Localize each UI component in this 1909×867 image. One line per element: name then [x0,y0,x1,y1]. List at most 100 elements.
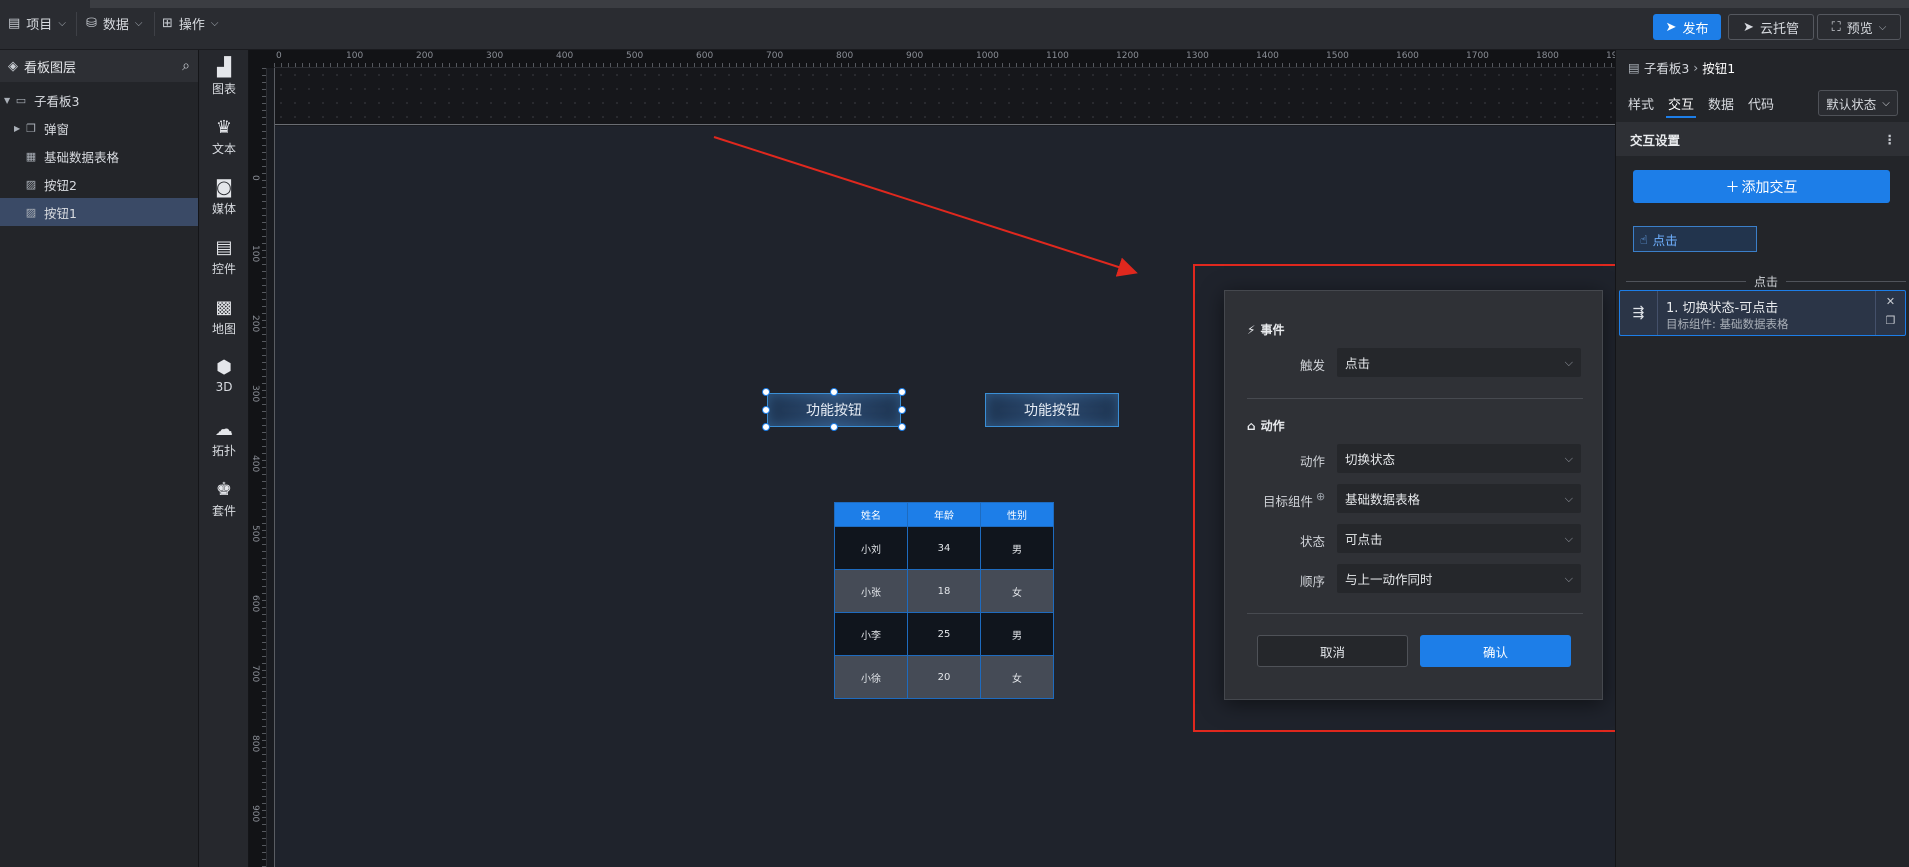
trigger-divider-label: 点击 [1754,275,1779,289]
event-section-title: ⚡ 事件 [1247,321,1284,338]
state-dropdown[interactable]: 默认状态 ⌵ [1818,90,1898,116]
table-header: 性别 [980,502,1054,527]
cancel-button[interactable]: 取消 [1257,635,1408,667]
interaction-card[interactable]: ⇶ 1. 切换状态-可点击 目标组件: 基础数据表格 ✕ ❐ [1619,290,1906,336]
basic-data-table[interactable]: 姓名 年龄 性别 小刘 34 男 小张 18 女 小李 25 男 小徐 20 女 [834,502,1054,699]
breadcrumb-current: 按钮1 [1702,61,1736,76]
chevron-down-icon: ⌵ [1564,491,1573,505]
order-select[interactable]: 与上一动作同时 ⌵ [1337,564,1581,593]
function-button-2[interactable]: 功能按钮 [985,393,1119,427]
function-button-2-label: 功能按钮 [1024,403,1080,419]
action-label: 动作 [1299,454,1325,469]
switch-state-icon: ⇶ [1620,291,1658,335]
table-header: 姓名 [834,502,908,527]
table-cell: 小张 [834,569,908,613]
confirm-button[interactable]: 确认 [1420,635,1571,667]
board-icon: ▤ [1628,60,1640,75]
active-tab-indicator [1666,116,1696,118]
lightning-icon: ⚡ [1247,322,1256,337]
table-row: 小张 18 女 [834,569,1054,613]
divider [1626,281,1746,282]
table-cell: 18 [907,569,981,613]
property-panel: ▤ 子看板3 › 按钮1 样式 交互 数据 代码 默认状态 ⌵ 交互设置 ⋮ ＋… [1615,50,1909,867]
function-button-1-label: 功能按钮 [806,403,862,419]
action-icon: ⌂ [1247,418,1256,433]
interaction-settings-title: 交互设置 [1630,132,1681,148]
table-header: 年龄 [907,502,981,527]
chevron-down-icon: ⌵ [1564,571,1573,585]
close-icon[interactable]: ✕ [1876,295,1905,308]
breadcrumb-parent[interactable]: 子看板3 [1644,58,1689,77]
trigger-label: 触发 [1299,358,1325,373]
chevron-down-icon: ⌵ [1882,97,1890,109]
interaction-settings-header: 交互设置 ⋮ [1616,122,1909,156]
interaction-card-title: 1. 切换状态-可点击 [1666,301,1779,316]
target-component-value: 基础数据表格 [1345,492,1421,507]
divider [1247,613,1583,614]
state-value: 可点击 [1345,532,1383,547]
table-cell: 25 [907,612,981,656]
more-icon[interactable]: ⋮ [1884,132,1897,147]
trigger-select[interactable]: 点击 ⌵ [1337,348,1581,377]
divider [1247,398,1583,399]
resize-handle[interactable] [898,406,906,414]
action-value: 切换状态 [1345,452,1396,467]
tab-data[interactable]: 数据 [1708,94,1734,113]
cancel-label: 取消 [1319,644,1345,660]
target-component-select[interactable]: 基础数据表格 ⌵ [1337,484,1581,513]
trigger-tag[interactable]: ☝ 点击 [1633,226,1757,252]
action-select[interactable]: 切换状态 ⌵ [1337,444,1581,473]
interaction-dialog: ⚡ 事件 触发 点击 ⌵ ⌂ 动作 动作 切换状态 ⌵ 目标组件 ⊕ 基础数据表… [1224,290,1603,700]
table-row: 小李 25 男 [834,612,1054,656]
action-title: 动作 [1260,419,1285,433]
divider [1786,281,1907,282]
chevron-right-icon: › [1693,60,1699,75]
order-value: 与上一动作同时 [1345,572,1433,587]
table-row: 小徐 20 女 [834,655,1054,699]
interaction-card-subtitle: 目标组件: 基础数据表格 [1666,317,1789,331]
resize-handle[interactable] [762,388,770,396]
table-row: 小刘 34 男 [834,526,1054,570]
resize-handle[interactable] [898,423,906,431]
action-section-title: ⌂ 动作 [1247,417,1285,434]
add-interaction-label: 添加交互 [1741,179,1798,196]
confirm-label: 确认 [1482,644,1508,660]
click-icon: ☝ [1640,231,1648,247]
resize-handle[interactable] [898,388,906,396]
add-interaction-button[interactable]: ＋ 添加交互 [1633,170,1890,203]
tab-style[interactable]: 样式 [1628,94,1654,113]
state-dropdown-label: 默认状态 [1826,96,1877,112]
table-cell: 20 [907,655,981,699]
resize-handle[interactable] [762,423,770,431]
resize-handle[interactable] [830,423,838,431]
state-label: 状态 [1299,534,1325,549]
table-cell: 男 [980,612,1054,656]
breadcrumb: ▤ 子看板3 › 按钮1 [1628,58,1735,77]
table-cell: 小徐 [834,655,908,699]
table-cell: 34 [907,526,981,570]
state-select[interactable]: 可点击 ⌵ [1337,524,1581,553]
resize-handle[interactable] [830,388,838,396]
target-component-label: 目标组件 [1262,494,1313,509]
table-cell: 女 [980,569,1054,613]
plus-icon: ＋ [1725,179,1740,196]
function-button-1[interactable]: 功能按钮 [767,393,901,427]
tab-code[interactable]: 代码 [1748,94,1774,113]
event-title: 事件 [1260,323,1285,337]
trigger-tag-label: 点击 [1652,232,1678,248]
target-picker-icon[interactable]: ⊕ [1316,490,1325,503]
chevron-down-icon: ⌵ [1564,355,1573,369]
table-cell: 小李 [834,612,908,656]
trigger-value: 点击 [1345,356,1371,371]
chevron-down-icon: ⌵ [1564,531,1573,545]
copy-icon[interactable]: ❐ [1876,314,1905,327]
table-cell: 女 [980,655,1054,699]
card-actions: ✕ ❐ [1875,291,1905,335]
tab-interaction[interactable]: 交互 [1668,94,1694,113]
table-cell: 小刘 [834,526,908,570]
trigger-divider: 点击 [1626,273,1907,290]
chevron-down-icon: ⌵ [1564,451,1573,465]
order-label: 顺序 [1299,574,1325,589]
resize-handle[interactable] [762,406,770,414]
table-cell: 男 [980,526,1054,570]
